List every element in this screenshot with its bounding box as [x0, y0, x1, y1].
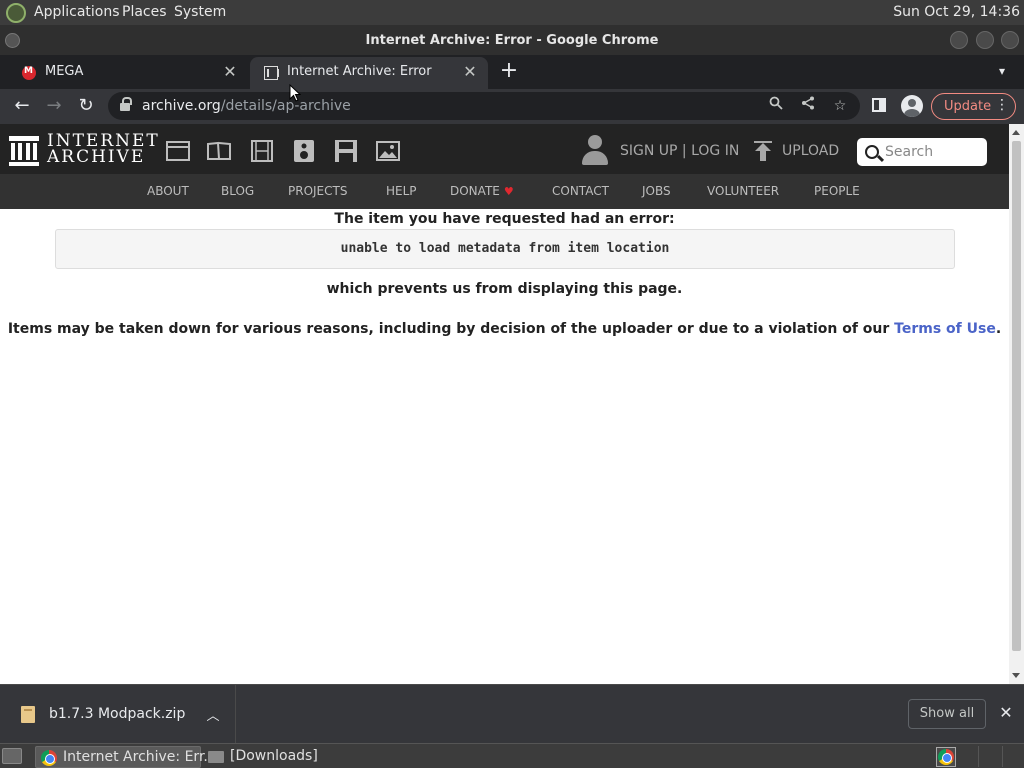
url-text[interactable]: archive.org/details/ap-archive	[142, 98, 351, 114]
update-button[interactable]: Update ⋮	[931, 93, 1016, 120]
upload-icon[interactable]	[753, 141, 773, 163]
tab-title: Internet Archive: Error	[287, 64, 432, 79]
reload-button[interactable]: ↻	[74, 94, 98, 118]
maximize-icon[interactable]	[976, 31, 994, 49]
folder-icon	[208, 751, 224, 763]
error-message-box: unable to load metadata from item locati…	[55, 229, 955, 269]
update-label: Update	[944, 99, 992, 114]
forward-button[interactable]: →	[42, 94, 66, 118]
minimize-icon[interactable]	[950, 31, 968, 49]
mouse-cursor-icon	[289, 84, 301, 102]
taskbar-item-chrome[interactable]: Internet Archive: Err...	[35, 746, 217, 768]
ia-search-box[interactable]	[857, 138, 987, 166]
download-shelf: b1.7.3 Modpack.zip ︿ Show all ✕	[0, 684, 1024, 744]
new-tab-button[interactable]: +	[498, 58, 520, 84]
video-icon[interactable]	[250, 140, 274, 162]
task-label: [Downloads]	[230, 748, 318, 764]
share-icon[interactable]	[798, 96, 818, 116]
close-shelf-icon[interactable]: ✕	[996, 703, 1016, 723]
nav-blog[interactable]: BLOG	[221, 184, 254, 198]
close-tab-icon[interactable]: ✕	[222, 63, 238, 81]
audio-icon[interactable]	[292, 140, 316, 162]
error-message: unable to load metadata from item locati…	[340, 241, 670, 256]
window-close-icon[interactable]	[1001, 31, 1019, 49]
browser-toolbar: ← → ↻ archive.org/details/ap-archive ☆ U…	[0, 89, 1024, 124]
nav-projects[interactable]: PROJECTS	[288, 184, 347, 198]
desktop-top-panel: Applications Places System Sun Oct 29, 1…	[0, 0, 1024, 25]
window-title: Internet Archive: Error - Google Chrome	[365, 33, 659, 48]
tab-internet-archive[interactable]: Internet Archive: Error ✕	[250, 57, 488, 89]
task-label: Internet Archive: Err...	[63, 749, 217, 765]
chrome-icon	[41, 750, 57, 766]
nav-contact[interactable]: CONTACT	[552, 184, 609, 198]
nav-people[interactable]: PEOPLE	[814, 184, 860, 198]
ia-nav-bar: ABOUT BLOG PROJECTS HELP DONATE ♥ CONTACT…	[0, 174, 1009, 209]
system-menu[interactable]: System	[174, 4, 226, 20]
internet-archive-logo-icon[interactable]	[9, 136, 39, 166]
terms-of-use-link[interactable]: Terms of Use	[894, 321, 996, 337]
tray-chrome-icon[interactable]	[936, 747, 956, 767]
close-tab-icon[interactable]: ✕	[462, 63, 478, 81]
error-prevents-text: which prevents us from displaying this p…	[326, 281, 683, 297]
error-heading: The item you have requested had an error…	[334, 211, 675, 227]
tab-mega[interactable]: MEGA ✕	[8, 57, 248, 89]
page-viewport: INTERNET ARCHIVE SIGN UP | LOG IN UPLOAD…	[0, 124, 1024, 684]
address-bar[interactable]: archive.org/details/ap-archive ☆	[108, 92, 860, 120]
upload-link[interactable]: UPLOAD	[782, 143, 839, 159]
ia-wordmark[interactable]: INTERNET ARCHIVE	[47, 133, 160, 166]
distro-logo-icon[interactable]	[6, 3, 26, 23]
tray-divider	[1002, 746, 1003, 767]
taskbar-item-downloads[interactable]: [Downloads]	[203, 746, 403, 768]
bookmark-star-icon[interactable]: ☆	[830, 96, 850, 116]
web-icon[interactable]	[166, 140, 190, 162]
lock-icon[interactable]	[120, 97, 132, 112]
window-title-bar[interactable]: Internet Archive: Error - Google Chrome	[0, 25, 1024, 55]
error-reasons-paragraph: Items may be taken down for various reas…	[7, 321, 1002, 337]
chevron-up-icon[interactable]: ︿	[204, 705, 222, 724]
heart-icon: ♥	[503, 185, 514, 198]
desktop-clock[interactable]: Sun Oct 29, 14:36	[893, 4, 1020, 20]
search-icon[interactable]	[865, 145, 879, 159]
mega-icon	[22, 66, 36, 80]
ia-search-input[interactable]	[885, 142, 981, 162]
show-desktop-icon[interactable]	[2, 748, 22, 764]
nav-jobs[interactable]: JOBS	[642, 184, 671, 198]
nav-about[interactable]: ABOUT	[147, 184, 189, 198]
ia-header: INTERNET ARCHIVE SIGN UP | LOG IN UPLOAD	[0, 124, 1009, 174]
user-icon[interactable]	[582, 135, 608, 165]
tray-divider	[978, 746, 979, 767]
download-file-name[interactable]: b1.7.3 Modpack.zip	[49, 706, 185, 722]
software-icon[interactable]	[334, 140, 358, 162]
nav-donate[interactable]: DONATE ♥	[450, 184, 514, 198]
scroll-thumb[interactable]	[1012, 141, 1021, 651]
desktop-taskbar: Internet Archive: Err... [Downloads]	[0, 743, 1024, 768]
internet-archive-icon	[264, 66, 279, 80]
texts-icon[interactable]	[207, 140, 231, 162]
back-button[interactable]: ←	[10, 94, 34, 118]
profile-avatar-icon[interactable]	[901, 95, 923, 117]
scroll-down-icon[interactable]	[1012, 673, 1020, 678]
signup-login-link[interactable]: SIGN UP | LOG IN	[620, 143, 739, 159]
tab-title: MEGA	[45, 64, 84, 79]
images-icon[interactable]	[376, 140, 400, 162]
show-all-button[interactable]: Show all	[908, 699, 986, 729]
scroll-up-icon[interactable]	[1012, 130, 1020, 135]
zoom-search-icon[interactable]	[766, 96, 786, 116]
more-menu-icon[interactable]: ⋮	[995, 97, 1009, 113]
tab-search-chevron-icon[interactable]: ▾	[992, 61, 1012, 81]
tab-strip: MEGA ✕ Internet Archive: Error ✕ + ▾	[0, 55, 1024, 89]
nav-volunteer[interactable]: VOLUNTEER	[707, 184, 779, 198]
error-reasons-text: Items may be taken down for various reas…	[7, 321, 890, 337]
nav-help[interactable]: HELP	[386, 184, 417, 198]
applications-menu[interactable]: Applications	[34, 4, 120, 20]
download-item[interactable]: b1.7.3 Modpack.zip ︿	[0, 685, 236, 744]
page-scrollbar[interactable]	[1009, 124, 1024, 684]
side-panel-icon[interactable]	[872, 98, 886, 112]
places-menu[interactable]: Places	[122, 4, 167, 20]
zip-file-icon	[21, 706, 35, 723]
